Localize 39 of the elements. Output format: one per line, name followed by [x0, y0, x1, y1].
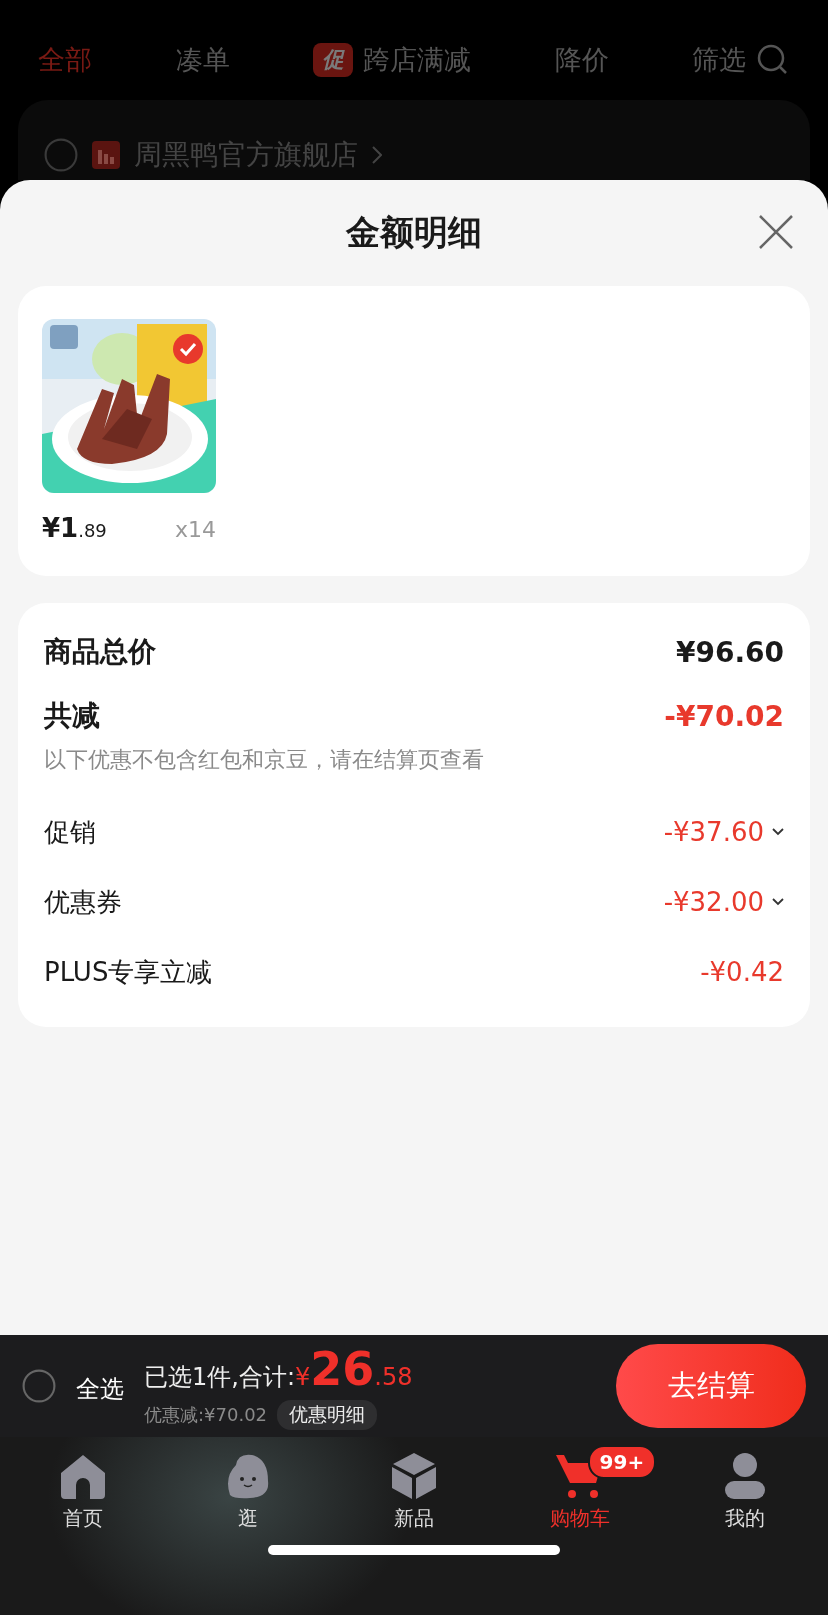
total-label: 商品总价 — [44, 634, 156, 670]
discount-detail-button[interactable]: 优惠明细 — [277, 1400, 378, 1430]
discount-total-label: 共减 — [44, 698, 100, 734]
filter-tab[interactable]: 降价 — [554, 42, 609, 78]
sheet-title: 金额明细 — [346, 211, 482, 254]
total-amount: ¥96.60 — [675, 635, 784, 669]
discount-label: 优惠券 — [44, 885, 122, 919]
selected-summary: 已选1件,合计: — [144, 1362, 295, 1393]
filter-tab[interactable]: 凑单 — [175, 42, 230, 78]
chevron-down-icon[interactable] — [772, 898, 784, 906]
discount-label: PLUS专享立减 — [44, 955, 213, 989]
checkbox-icon[interactable] — [22, 1369, 56, 1403]
nav-tab[interactable]: 新品 — [394, 1505, 434, 1532]
count-badge: 99+ — [587, 1445, 657, 1479]
filter-tab[interactable]: 筛选 — [692, 42, 746, 78]
discount-amount: -¥0.42 — [700, 957, 784, 987]
store-icon — [92, 141, 120, 169]
checkout-button[interactable]: 去结算 — [616, 1344, 806, 1428]
discount-total-amount: -¥70.02 — [664, 699, 784, 733]
saved-amount: 优惠减:¥70.02 — [144, 1403, 268, 1427]
discount-amount: -¥37.60 — [663, 817, 764, 847]
item-quantity: x14 — [175, 517, 216, 542]
nav-tab[interactable]: 购物车 — [549, 1505, 610, 1532]
select-all-label[interactable]: 全选 — [76, 1373, 124, 1405]
chevron-down-icon[interactable] — [772, 828, 784, 836]
nav-tab[interactable]: 我的 — [725, 1505, 766, 1532]
checkbox-checked-icon[interactable] — [172, 333, 204, 365]
nav-tab[interactable]: 逛 — [238, 1505, 259, 1532]
nav-tab[interactable]: 首页 — [62, 1505, 103, 1532]
item-price: ¥1.89 — [42, 513, 107, 543]
filter-tab[interactable]: 跨店满减 — [363, 42, 471, 78]
discount-label: 促销 — [44, 815, 96, 849]
discount-note: 以下优惠不包含红包和京豆，请在结算页查看 — [44, 746, 485, 774]
promo-badge: 促 — [313, 43, 353, 77]
chevron-right-icon — [372, 146, 382, 164]
close-icon[interactable] — [758, 214, 794, 250]
checkout-total: ¥26.58 — [295, 1342, 413, 1396]
discount-amount: -¥32.00 — [663, 887, 764, 917]
checkbox-icon[interactable] — [44, 138, 78, 172]
